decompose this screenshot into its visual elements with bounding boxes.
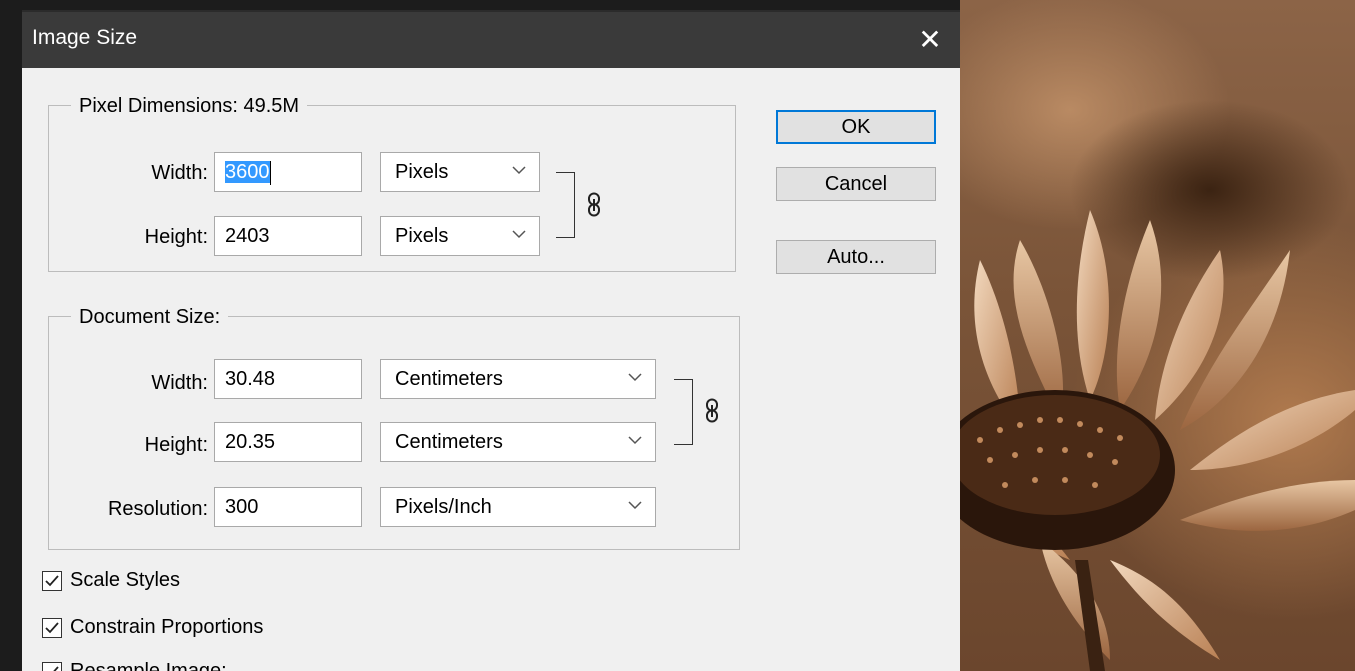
close-icon[interactable]: ✕ bbox=[914, 24, 946, 56]
constrain-proportions-label: Constrain Proportions bbox=[70, 616, 264, 638]
doc-link-bracket bbox=[674, 379, 693, 445]
canvas-photo bbox=[960, 0, 1355, 671]
doc-width-label: Width: bbox=[151, 372, 208, 394]
checkmark-icon bbox=[53, 666, 59, 671]
chevron-down-icon bbox=[628, 501, 642, 510]
app-background-left bbox=[0, 0, 22, 671]
chain-link-icon[interactable] bbox=[704, 398, 720, 424]
pixel-width-unit-select[interactable]: Pixels bbox=[380, 152, 540, 192]
doc-height-label: Height: bbox=[144, 434, 208, 456]
dialog-titlebar[interactable]: Image Size ✕ bbox=[22, 12, 960, 68]
doc-width-field[interactable]: 30.48 bbox=[214, 359, 362, 399]
resolution-field[interactable]: 300 bbox=[214, 487, 362, 527]
image-size-dialog: Image Size ✕ Pixel Dimensions: 49.5M Wid… bbox=[22, 12, 960, 671]
doc-width-value: 30.48 bbox=[225, 368, 276, 390]
resolution-unit: Pixels/Inch bbox=[395, 496, 492, 518]
resample-image-label: Resample Image: bbox=[70, 660, 227, 671]
scale-styles-checkbox[interactable] bbox=[42, 571, 62, 591]
constrain-proportions-checkbox[interactable] bbox=[42, 618, 62, 638]
chevron-down-icon bbox=[628, 373, 642, 382]
pixel-width-value: 3600 bbox=[225, 161, 270, 183]
auto-button[interactable]: Auto... bbox=[776, 240, 936, 274]
pixel-width-label: Width: bbox=[151, 162, 208, 184]
doc-width-unit: Centimeters bbox=[395, 368, 503, 390]
resample-image-checkbox[interactable] bbox=[42, 662, 62, 671]
chevron-down-icon bbox=[512, 230, 526, 239]
chevron-down-icon bbox=[628, 436, 642, 445]
flower-image bbox=[960, 210, 1355, 671]
chevron-down-icon bbox=[512, 166, 526, 175]
doc-height-value: 20.35 bbox=[225, 431, 276, 453]
dialog-title: Image Size bbox=[32, 26, 138, 49]
pixel-dimensions-legend: Pixel Dimensions: 49.5M bbox=[71, 94, 308, 118]
scale-styles-label: Scale Styles bbox=[70, 569, 181, 591]
checkmark-icon bbox=[45, 622, 59, 634]
doc-height-unit-select[interactable]: Centimeters bbox=[380, 422, 656, 462]
pixel-height-unit-select[interactable]: Pixels bbox=[380, 216, 540, 256]
document-size-legend: Document Size: bbox=[71, 305, 229, 329]
cancel-button[interactable]: Cancel bbox=[776, 167, 936, 201]
resolution-label: Resolution: bbox=[107, 498, 208, 520]
ok-button[interactable]: OK bbox=[776, 110, 936, 144]
resolution-value: 300 bbox=[225, 496, 259, 518]
doc-height-field[interactable]: 20.35 bbox=[214, 422, 362, 462]
doc-height-unit: Centimeters bbox=[395, 431, 503, 453]
resolution-unit-select[interactable]: Pixels/Inch bbox=[380, 487, 656, 527]
pixel-width-field[interactable]: 3600 bbox=[214, 152, 362, 192]
pixel-width-unit: Pixels bbox=[395, 161, 449, 183]
pixel-height-value: 2403 bbox=[225, 225, 270, 247]
checkmark-icon bbox=[45, 575, 59, 587]
pixel-height-label: Height: bbox=[144, 226, 208, 248]
pixel-height-field[interactable]: 2403 bbox=[214, 216, 362, 256]
doc-width-unit-select[interactable]: Centimeters bbox=[380, 359, 656, 399]
chain-link-icon[interactable] bbox=[586, 192, 602, 218]
pixel-height-unit: Pixels bbox=[395, 225, 449, 247]
pixel-link-bracket bbox=[556, 172, 575, 238]
